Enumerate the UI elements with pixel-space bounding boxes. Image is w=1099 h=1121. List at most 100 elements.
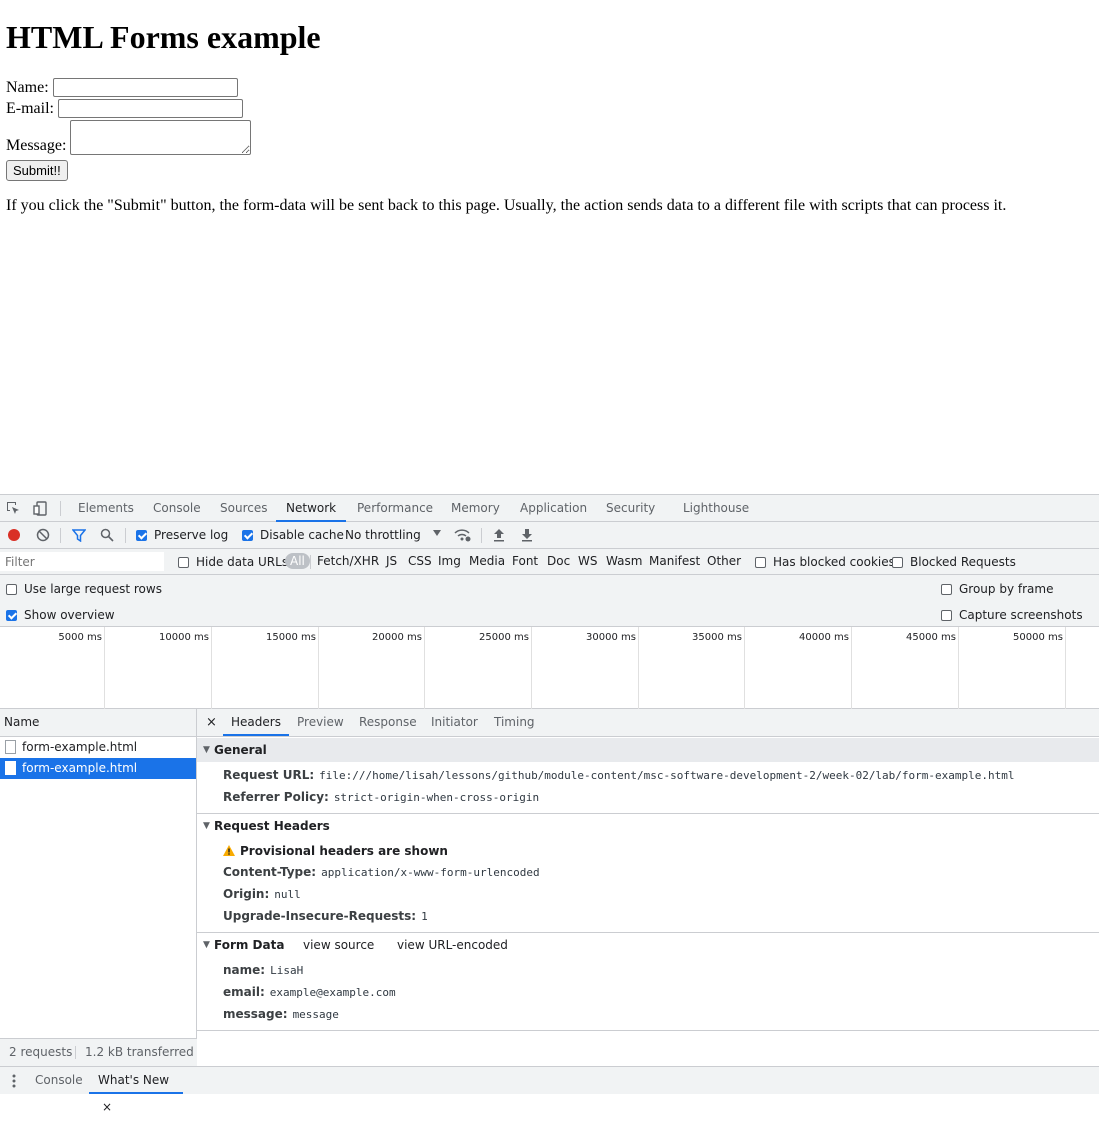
show-overview-checkbox[interactable]: Show overview [6,608,115,622]
form-email-row: email:example@example.com [223,985,396,999]
hide-data-urls-checkbox[interactable]: Hide data URLs [178,555,288,569]
preserve-log-label: Preserve log [154,528,228,542]
filter-type-wasm[interactable]: Wasm [606,554,642,568]
filter-type-ws[interactable]: WS [578,554,597,568]
drawer-menu-icon[interactable] [12,1074,16,1088]
search-icon[interactable] [100,528,114,542]
filter-input[interactable] [0,552,164,571]
tab-preview[interactable]: Preview [297,709,344,736]
view-url-encoded-link[interactable]: view URL-encoded [397,938,508,952]
request-list-header[interactable]: Name [0,709,196,737]
tab-headers[interactable]: Headers [223,709,289,736]
filter-icon[interactable] [72,529,86,542]
tab-application[interactable]: Application [520,495,587,522]
tick-label: 20000 ms [342,632,422,643]
message-label: Message: [6,137,66,155]
tab-lighthouse[interactable]: Lighthouse [683,495,749,522]
blocked-requests-label: Blocked Requests [910,555,1016,569]
tab-network[interactable]: Network [276,495,346,522]
use-large-rows-checkbox[interactable]: Use large request rows [6,582,162,596]
preserve-log-checkbox[interactable]: Preserve log [136,528,228,542]
tab-console[interactable]: Console [153,495,201,522]
grid-line [638,627,639,709]
email-field[interactable] [58,99,243,118]
tab-sources[interactable]: Sources [220,495,267,522]
message-field[interactable] [70,120,251,155]
upgrade-insecure-row: Upgrade-Insecure-Requests:1 [223,909,428,923]
grid-line [744,627,745,709]
blocked-requests-checkbox[interactable]: Blocked Requests [892,555,1016,569]
tick-label: 40000 ms [769,632,849,643]
filter-type-js[interactable]: JS [386,554,397,568]
general-section-header[interactable]: ▼ General [197,738,1099,762]
drawer-tab-whats-new[interactable]: What's New × [89,1067,183,1094]
request-headers-section-header[interactable]: ▼ Request Headers [197,814,1099,838]
filter-type-img[interactable]: Img [438,554,461,568]
details-tabbar: × Headers Preview Response Initiator Tim… [197,709,1099,737]
import-har-icon[interactable] [493,528,505,542]
tab-timing[interactable]: Timing [494,709,535,736]
grid-line [1065,627,1066,709]
tab-memory[interactable]: Memory [451,495,500,522]
request-headers-title: Request Headers [214,819,330,833]
message-row: Message: [6,120,251,155]
origin-row: Origin:null [223,887,301,901]
overview-timeline[interactable]: 5000 ms 10000 ms 15000 ms 20000 ms 25000… [0,627,1099,709]
general-title: General [214,743,267,757]
origin-value: null [274,888,301,901]
inspect-element-icon[interactable] [6,501,21,516]
tab-response[interactable]: Response [359,709,417,736]
request-row-selected[interactable]: form-example.html [0,758,196,779]
close-icon[interactable]: × [102,1100,112,1114]
device-toolbar-icon[interactable] [33,501,48,516]
transferred-size: 1.2 kB transferred [85,1039,194,1066]
checkbox-checked-icon [136,530,147,541]
disable-cache-label: Disable cache [260,528,344,542]
has-blocked-cookies-checkbox[interactable]: Has blocked cookies [755,555,895,569]
devtools-tabbar: Elements Console Sources Network Perform… [0,494,1099,522]
throttling-value: No throttling [345,528,421,542]
email-label: E-mail: [6,100,54,118]
tab-elements[interactable]: Elements [78,495,134,522]
content-type-row: Content-Type:application/x-www-form-urle… [223,865,540,879]
filter-type-doc[interactable]: Doc [547,554,570,568]
throttling-select[interactable]: No throttling [345,528,443,544]
drawer-tab-console[interactable]: Console [35,1067,83,1094]
checkbox-icon [178,557,189,568]
tabbar-separator [60,501,61,516]
provisional-warning-row: Provisional headers are shown [223,844,453,858]
filter-type-all[interactable]: All [285,553,310,569]
filter-type-font[interactable]: Font [512,554,538,568]
network-toolbar: Preserve log Disable cache No throttling [0,522,1099,549]
capture-screenshots-checkbox[interactable]: Capture screenshots [941,608,1083,622]
hide-data-urls-label: Hide data URLs [196,555,288,569]
network-conditions-icon[interactable] [454,528,472,543]
request-summary: 2 requests 1.2 kB transferred [0,1038,197,1066]
drawer-tabbar: Console What's New × [0,1066,1099,1094]
name-field[interactable] [53,78,238,97]
filter-type-fetch-xhr[interactable]: Fetch/XHR [317,554,379,568]
filter-type-manifest[interactable]: Manifest [649,554,700,568]
request-row[interactable]: form-example.html [0,737,196,758]
grid-line [318,627,319,709]
filter-type-css[interactable]: CSS [408,554,432,568]
close-icon[interactable]: × [206,709,217,736]
submit-button[interactable]: Submit!! [6,160,68,181]
tab-initiator[interactable]: Initiator [431,709,478,736]
tab-performance[interactable]: Performance [357,495,433,522]
filter-type-other[interactable]: Other [707,554,741,568]
export-har-icon[interactable] [521,528,533,542]
clear-icon[interactable] [36,528,50,542]
filter-type-media[interactable]: Media [469,554,505,568]
disable-cache-checkbox[interactable]: Disable cache [242,528,344,542]
referrer-policy-label: Referrer Policy: [223,790,329,804]
group-by-frame-checkbox[interactable]: Group by frame [941,582,1053,596]
page-title: HTML Forms example [6,18,321,56]
page-note: If you click the "Submit" button, the fo… [6,197,1006,215]
content-type-label: Content-Type: [223,865,316,879]
view-source-link[interactable]: view source [303,938,374,952]
record-icon[interactable] [8,529,20,541]
upgrade-insecure-value: 1 [421,910,428,923]
tab-security[interactable]: Security [606,495,655,522]
grid-line [531,627,532,709]
